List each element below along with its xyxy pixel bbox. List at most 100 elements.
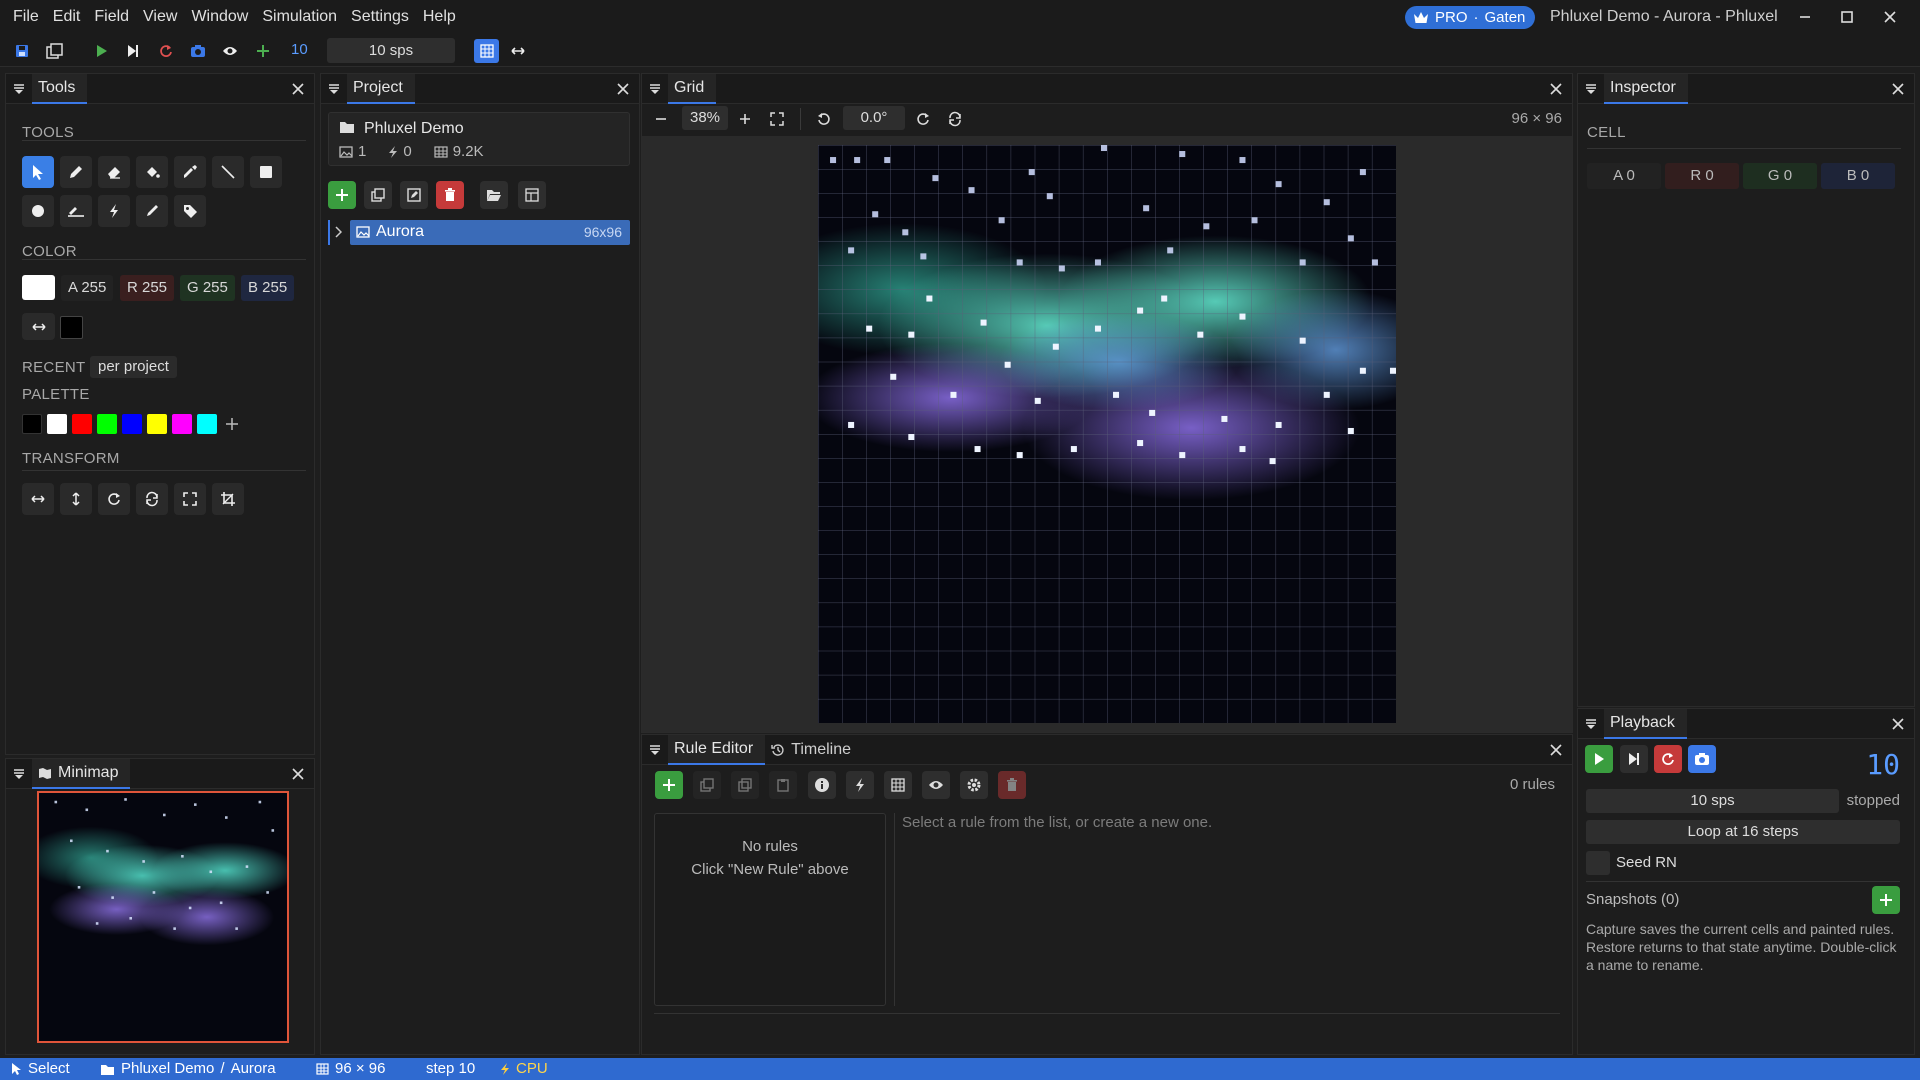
pencil-tool-button[interactable] <box>60 156 92 188</box>
rename-button[interactable] <box>400 181 428 209</box>
menu-file[interactable]: File <box>6 0 46 34</box>
open-folder-button[interactable] <box>480 181 508 209</box>
menu-field[interactable]: Field <box>87 0 136 34</box>
palette-swatch[interactable] <box>97 414 117 434</box>
tab-playback[interactable]: Playback <box>1604 708 1687 739</box>
status-breadcrumb[interactable]: Phluxel Demo / Aurora <box>100 1058 276 1080</box>
panel-menu-icon[interactable] <box>6 759 32 789</box>
reset-rotation-icon[interactable] <box>944 108 966 130</box>
tab-grid[interactable]: Grid <box>668 73 717 104</box>
menu-help[interactable]: Help <box>416 0 463 34</box>
zoom-in-icon[interactable] <box>734 108 756 130</box>
zoom-field[interactable]: 38% <box>682 106 728 130</box>
step-button[interactable] <box>1620 745 1648 773</box>
wrap-horizontal-icon[interactable] <box>507 40 529 62</box>
palette-swatch[interactable] <box>72 414 92 434</box>
menu-view[interactable]: View <box>136 0 184 34</box>
green-channel-field[interactable]: G 255 <box>180 275 235 301</box>
minimize-button[interactable] <box>1785 0 1825 34</box>
camera-icon[interactable] <box>187 40 209 62</box>
menu-edit[interactable]: Edit <box>46 0 88 34</box>
preview-button[interactable] <box>922 771 950 799</box>
flip-horizontal-button[interactable] <box>22 483 54 515</box>
close-icon[interactable] <box>1888 79 1908 99</box>
eraser-tool-button[interactable] <box>98 156 130 188</box>
tree-row-aurora[interactable]: Aurora 96x96 <box>328 220 630 245</box>
secondary-color-swatch[interactable] <box>60 316 83 339</box>
lightning-button[interactable] <box>846 771 874 799</box>
crop-button[interactable] <box>212 483 244 515</box>
panel-menu-icon[interactable] <box>1578 709 1604 739</box>
menu-simulation[interactable]: Simulation <box>255 0 344 34</box>
info-button[interactable] <box>808 771 836 799</box>
playback-speed-field[interactable]: 10 sps <box>1586 789 1839 813</box>
eye-icon[interactable] <box>219 40 241 62</box>
recent-scope-chip[interactable]: per project <box>90 356 177 378</box>
delete-rule-button[interactable] <box>998 771 1026 799</box>
line-tool-button[interactable] <box>212 156 244 188</box>
select-tool-button[interactable] <box>22 156 54 188</box>
flip-vertical-button[interactable] <box>60 483 92 515</box>
seed-checkbox[interactable] <box>1586 851 1610 875</box>
palette-swatch[interactable] <box>47 414 67 434</box>
paste-rule-button[interactable] <box>769 771 797 799</box>
duplicate-button[interactable] <box>364 181 392 209</box>
snapshot-button[interactable] <box>1688 745 1716 773</box>
blue-channel-field[interactable]: B 255 <box>241 275 295 301</box>
play-button[interactable] <box>1585 745 1613 773</box>
step-icon[interactable] <box>122 40 144 62</box>
palette-swatch[interactable] <box>22 414 42 434</box>
tab-tools[interactable]: Tools <box>32 73 88 104</box>
add-snapshot-button[interactable] <box>1872 886 1900 914</box>
tab-timeline[interactable]: Timeline <box>765 735 863 765</box>
add-palette-color-icon[interactable] <box>222 414 242 434</box>
new-image-button[interactable] <box>328 181 356 209</box>
brush-tool-button[interactable] <box>136 195 168 227</box>
tab-project[interactable]: Project <box>347 73 415 104</box>
close-window-button[interactable] <box>1870 0 1910 34</box>
tab-rule-editor[interactable]: Rule Editor <box>668 734 766 765</box>
grid-toggle-button[interactable] <box>474 39 499 63</box>
tag-tool-button[interactable] <box>174 195 206 227</box>
tab-minimap[interactable]: Minimap <box>32 758 131 789</box>
panel-menu-icon[interactable] <box>642 735 668 765</box>
rule-settings-button[interactable] <box>960 771 988 799</box>
reset-button[interactable] <box>1654 745 1682 773</box>
primary-color-swatch[interactable] <box>22 275 55 300</box>
palette-swatch[interactable] <box>197 414 217 434</box>
rotate-cw-icon[interactable] <box>912 108 934 130</box>
rotate-180-button[interactable] <box>136 483 168 515</box>
fill-tool-button[interactable] <box>136 156 168 188</box>
add-icon[interactable] <box>252 40 274 62</box>
minimap-canvas[interactable] <box>37 791 289 1043</box>
tab-inspector[interactable]: Inspector <box>1604 73 1688 104</box>
loop-field[interactable]: Loop at 16 steps <box>1586 820 1900 844</box>
rectangle-tool-button[interactable] <box>250 156 282 188</box>
eyedropper-tool-button[interactable] <box>174 156 206 188</box>
copy-rule-button[interactable] <box>731 771 759 799</box>
zoom-out-icon[interactable] <box>650 108 672 130</box>
panel-menu-icon[interactable] <box>642 74 668 104</box>
chevron-right-icon[interactable] <box>334 226 342 238</box>
maximize-button[interactable] <box>1827 0 1867 34</box>
pro-account-badge[interactable]: PRO · Gaten <box>1405 6 1536 29</box>
alpha-channel-field[interactable]: A 255 <box>61 275 114 301</box>
save-all-icon[interactable] <box>44 40 66 62</box>
gradient-tool-button[interactable] <box>60 195 92 227</box>
palette-swatch[interactable] <box>147 414 167 434</box>
close-icon[interactable] <box>288 79 308 99</box>
new-rule-button[interactable] <box>655 771 683 799</box>
close-icon[interactable] <box>1888 714 1908 734</box>
fit-button[interactable] <box>174 483 206 515</box>
grid-canvas[interactable] <box>818 145 1396 723</box>
play-icon[interactable] <box>90 40 112 62</box>
delete-button[interactable] <box>436 181 464 209</box>
close-icon[interactable] <box>288 764 308 784</box>
close-icon[interactable] <box>613 79 633 99</box>
panel-menu-icon[interactable] <box>321 74 347 104</box>
speed-field[interactable]: 10 sps <box>327 38 455 63</box>
red-channel-field[interactable]: R 255 <box>120 275 175 301</box>
rotate-ccw-icon[interactable] <box>813 108 835 130</box>
panel-menu-icon[interactable] <box>1578 74 1604 104</box>
panel-menu-icon[interactable] <box>6 74 32 104</box>
